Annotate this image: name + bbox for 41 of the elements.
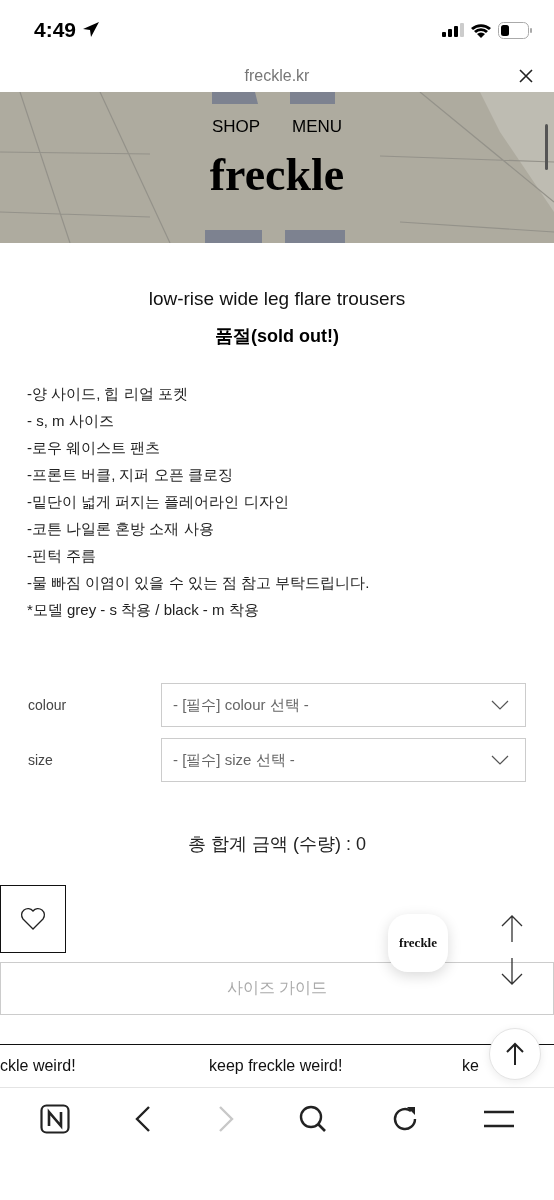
- chevron-down-icon: [491, 700, 509, 710]
- detail-line: - s, m 사이즈: [27, 411, 115, 431]
- detail-line: -프론트 버클, 지퍼 오픈 클로징: [27, 465, 234, 485]
- up-arrow-icon: [505, 1042, 525, 1066]
- detail-line: -밑단이 넓게 퍼지는 플레어라인 디자인: [27, 492, 290, 512]
- signal-icon: [442, 23, 464, 37]
- detail-line: -물 빠짐 이염이 있을 수 있는 점 참고 부탁드립니다.: [27, 573, 371, 593]
- total-amount: 총 합계 금액 (수량) : 0: [187, 833, 367, 856]
- nav-link[interactable]: MENU: [292, 117, 343, 137]
- detail-line: *모델 grey - s 착용 / black - m 착용: [27, 600, 260, 620]
- battery-icon: [498, 21, 532, 39]
- scroll-arrows-icon[interactable]: [499, 914, 525, 986]
- marquee-text: ckle weird!: [0, 1057, 76, 1075]
- location-arrow-icon: [82, 21, 101, 39]
- chat-button[interactable]: freckle: [388, 914, 448, 972]
- url-text: freckle.kr: [244, 67, 310, 85]
- detail-line: -양 사이드, 힙 리얼 포켓: [27, 384, 189, 404]
- product-title: low-rise wide leg flare trousers: [147, 288, 407, 310]
- detail-line: -코튼 나일론 혼방 소재 사용: [27, 519, 215, 539]
- wifi-icon: [470, 22, 492, 38]
- naver-home-icon[interactable]: [40, 1104, 71, 1134]
- option-label: colour: [28, 697, 68, 713]
- option-select[interactable]: - [필수] size 선택 -: [161, 738, 526, 782]
- marquee-text: ke: [462, 1057, 479, 1075]
- status-time: 4:49: [34, 18, 77, 42]
- marquee-text: keep freckle weird!: [209, 1057, 343, 1075]
- wishlist-button[interactable]: [0, 885, 66, 953]
- option-label: size: [28, 752, 54, 768]
- back-icon[interactable]: [134, 1105, 153, 1133]
- scroll-top-button[interactable]: [489, 1028, 541, 1080]
- detail-line: -로우 웨이스트 팬츠: [27, 438, 162, 458]
- detail-line: -핀턱 주름: [27, 546, 98, 566]
- chevron-down-icon: [491, 755, 509, 765]
- menu-icon[interactable]: [483, 1110, 514, 1128]
- close-icon[interactable]: [519, 69, 533, 83]
- search-icon[interactable]: [299, 1105, 328, 1133]
- sold-out-label: 품절(sold out!): [214, 325, 340, 348]
- site-logo[interactable]: freckle: [0, 152, 554, 198]
- option-select[interactable]: - [필수] colour 선택 -: [161, 683, 526, 727]
- heart-icon: [20, 907, 46, 931]
- nav-link[interactable]: SHOP: [211, 117, 261, 137]
